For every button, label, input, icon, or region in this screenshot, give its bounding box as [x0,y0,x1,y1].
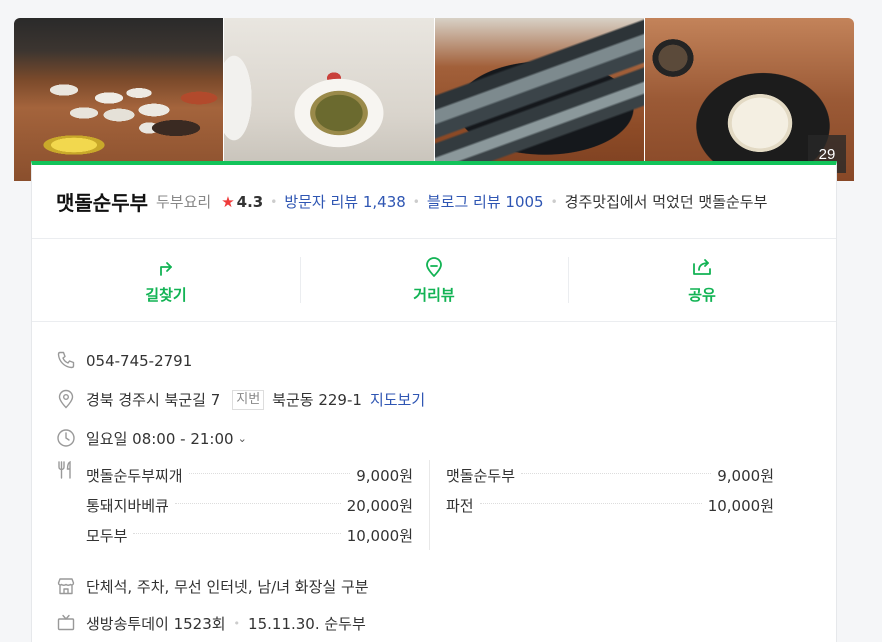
separator-dot: • [233,617,241,630]
clock-icon [56,428,78,450]
directions-button[interactable]: 길찾기 [32,239,300,321]
business-hours[interactable]: 일요일 08:00 - 21:00 [86,428,234,449]
menu-item-price: 9,000원 [717,466,774,485]
menu-dotted-leader [479,502,702,504]
menu-item-name: 맷돌순두부 [446,466,516,485]
menu-dotted-leader [188,472,351,474]
hours-row[interactable]: 일요일 08:00 - 21:00 ⌄ [56,419,836,458]
directions-icon [160,261,172,276]
menu-item-price: 20,000원 [346,496,413,515]
menu-item-name: 파전 [446,496,474,515]
streetview-button[interactable]: 거리뷰 [300,239,568,321]
streetview-icon [426,256,442,277]
address-row: 경북 경주시 북군길 7 지번 북군동 229-1 지도보기 [56,380,836,419]
place-info: 054-745-2791 경북 경주시 북군길 7 지번 북군동 229-1 지… [32,322,836,642]
menu-item-name: 맷돌순두부찌개 [86,466,183,485]
photo-herb-side-dish[interactable] [224,18,434,181]
tv-icon [56,613,78,635]
separator-dot: • [550,194,558,209]
menu-item[interactable]: 파전 10,000원 [430,490,774,520]
place-category: 두부요리 [156,193,212,211]
menu-item-name: 모두부 [86,526,128,545]
share-label: 공유 [688,285,716,304]
menu-item-name: 통돼지바베큐 [86,496,169,515]
photo-sundubu-pot[interactable]: 29 [644,18,854,181]
share-icon [693,258,711,275]
address-text: 경북 경주시 북군길 7 [86,391,221,409]
action-bar: 길찾기 거리뷰 공유 [32,239,836,322]
place-description: 경주맛집에서 먹었던 맷돌순두부 [564,193,768,211]
chevron-down-icon[interactable]: ⌄ [238,432,247,445]
photo-grilled-fish[interactable] [434,18,644,181]
tv-show-name: 생방송투데이 1523회 [86,615,226,633]
jibun-badge: 지번 [232,389,265,410]
phone-row: 054-745-2791 [56,342,836,380]
location-pin-icon [56,389,78,411]
menu-item[interactable]: 맷돌순두부찌개 9,000원 [86,460,430,490]
menu-list: 맷돌순두부찌개 9,000원 맷돌순두부 9,000원 통돼지바베큐 20,00… [86,460,774,550]
directions-label: 길찾기 [145,285,187,304]
separator-dot: • [412,194,420,209]
menu-item-price: 10,000원 [346,526,413,545]
menu-item[interactable]: 모두부 10,000원 [86,520,430,550]
phone-icon [56,350,78,372]
photo-table-spread[interactable] [14,18,224,181]
cutlery-icon [56,460,78,482]
photo-strip: 29 [14,18,854,181]
menu-dotted-leader [521,472,712,474]
jibun-address: 북군동 229-1 [272,391,362,409]
place-card: 맷돌순두부 두부요리 ★ 4.3 • 방문자 리뷰 1,438 • 블로그 리뷰… [31,161,837,642]
menu-item-price: 10,000원 [707,496,774,515]
streetview-label: 거리뷰 [413,285,455,304]
star-icon: ★ [221,192,235,211]
rating-value: 4.3 [236,192,264,211]
place-name[interactable]: 맷돌순두부 [56,187,148,216]
menu-item-price: 9,000원 [356,466,413,485]
phone-number[interactable]: 054-745-2791 [86,352,192,370]
facilities-text: 단체석, 주차, 무선 인터넷, 남/녀 화장실 구분 [86,578,369,596]
tv-row: 생방송투데이 1523회 • 15.11.30. 순두부 [56,605,836,642]
menu-dotted-leader [133,532,341,534]
menu-item[interactable]: 맷돌순두부 9,000원 [430,460,774,490]
blog-review-link[interactable]: 블로그 리뷰 1005 [427,191,544,212]
visitor-review-link[interactable]: 방문자 리뷰 1,438 [284,191,405,212]
store-icon [56,576,78,598]
share-button[interactable]: 공유 [568,239,836,321]
separator-dot: • [270,194,278,209]
facilities-row: 단체석, 주차, 무선 인터넷, 남/녀 화장실 구분 [56,568,836,605]
place-title-row: 맷돌순두부 두부요리 ★ 4.3 • 방문자 리뷰 1,438 • 블로그 리뷰… [32,165,836,239]
tv-show-date: 15.11.30. 순두부 [248,615,366,633]
menu-item[interactable]: 통돼지바베큐 20,000원 [86,490,430,520]
map-view-link[interactable]: 지도보기 [370,389,425,410]
menu-row: 맷돌순두부찌개 9,000원 맷돌순두부 9,000원 통돼지바베큐 20,00… [56,458,836,568]
menu-dotted-leader [174,502,341,504]
